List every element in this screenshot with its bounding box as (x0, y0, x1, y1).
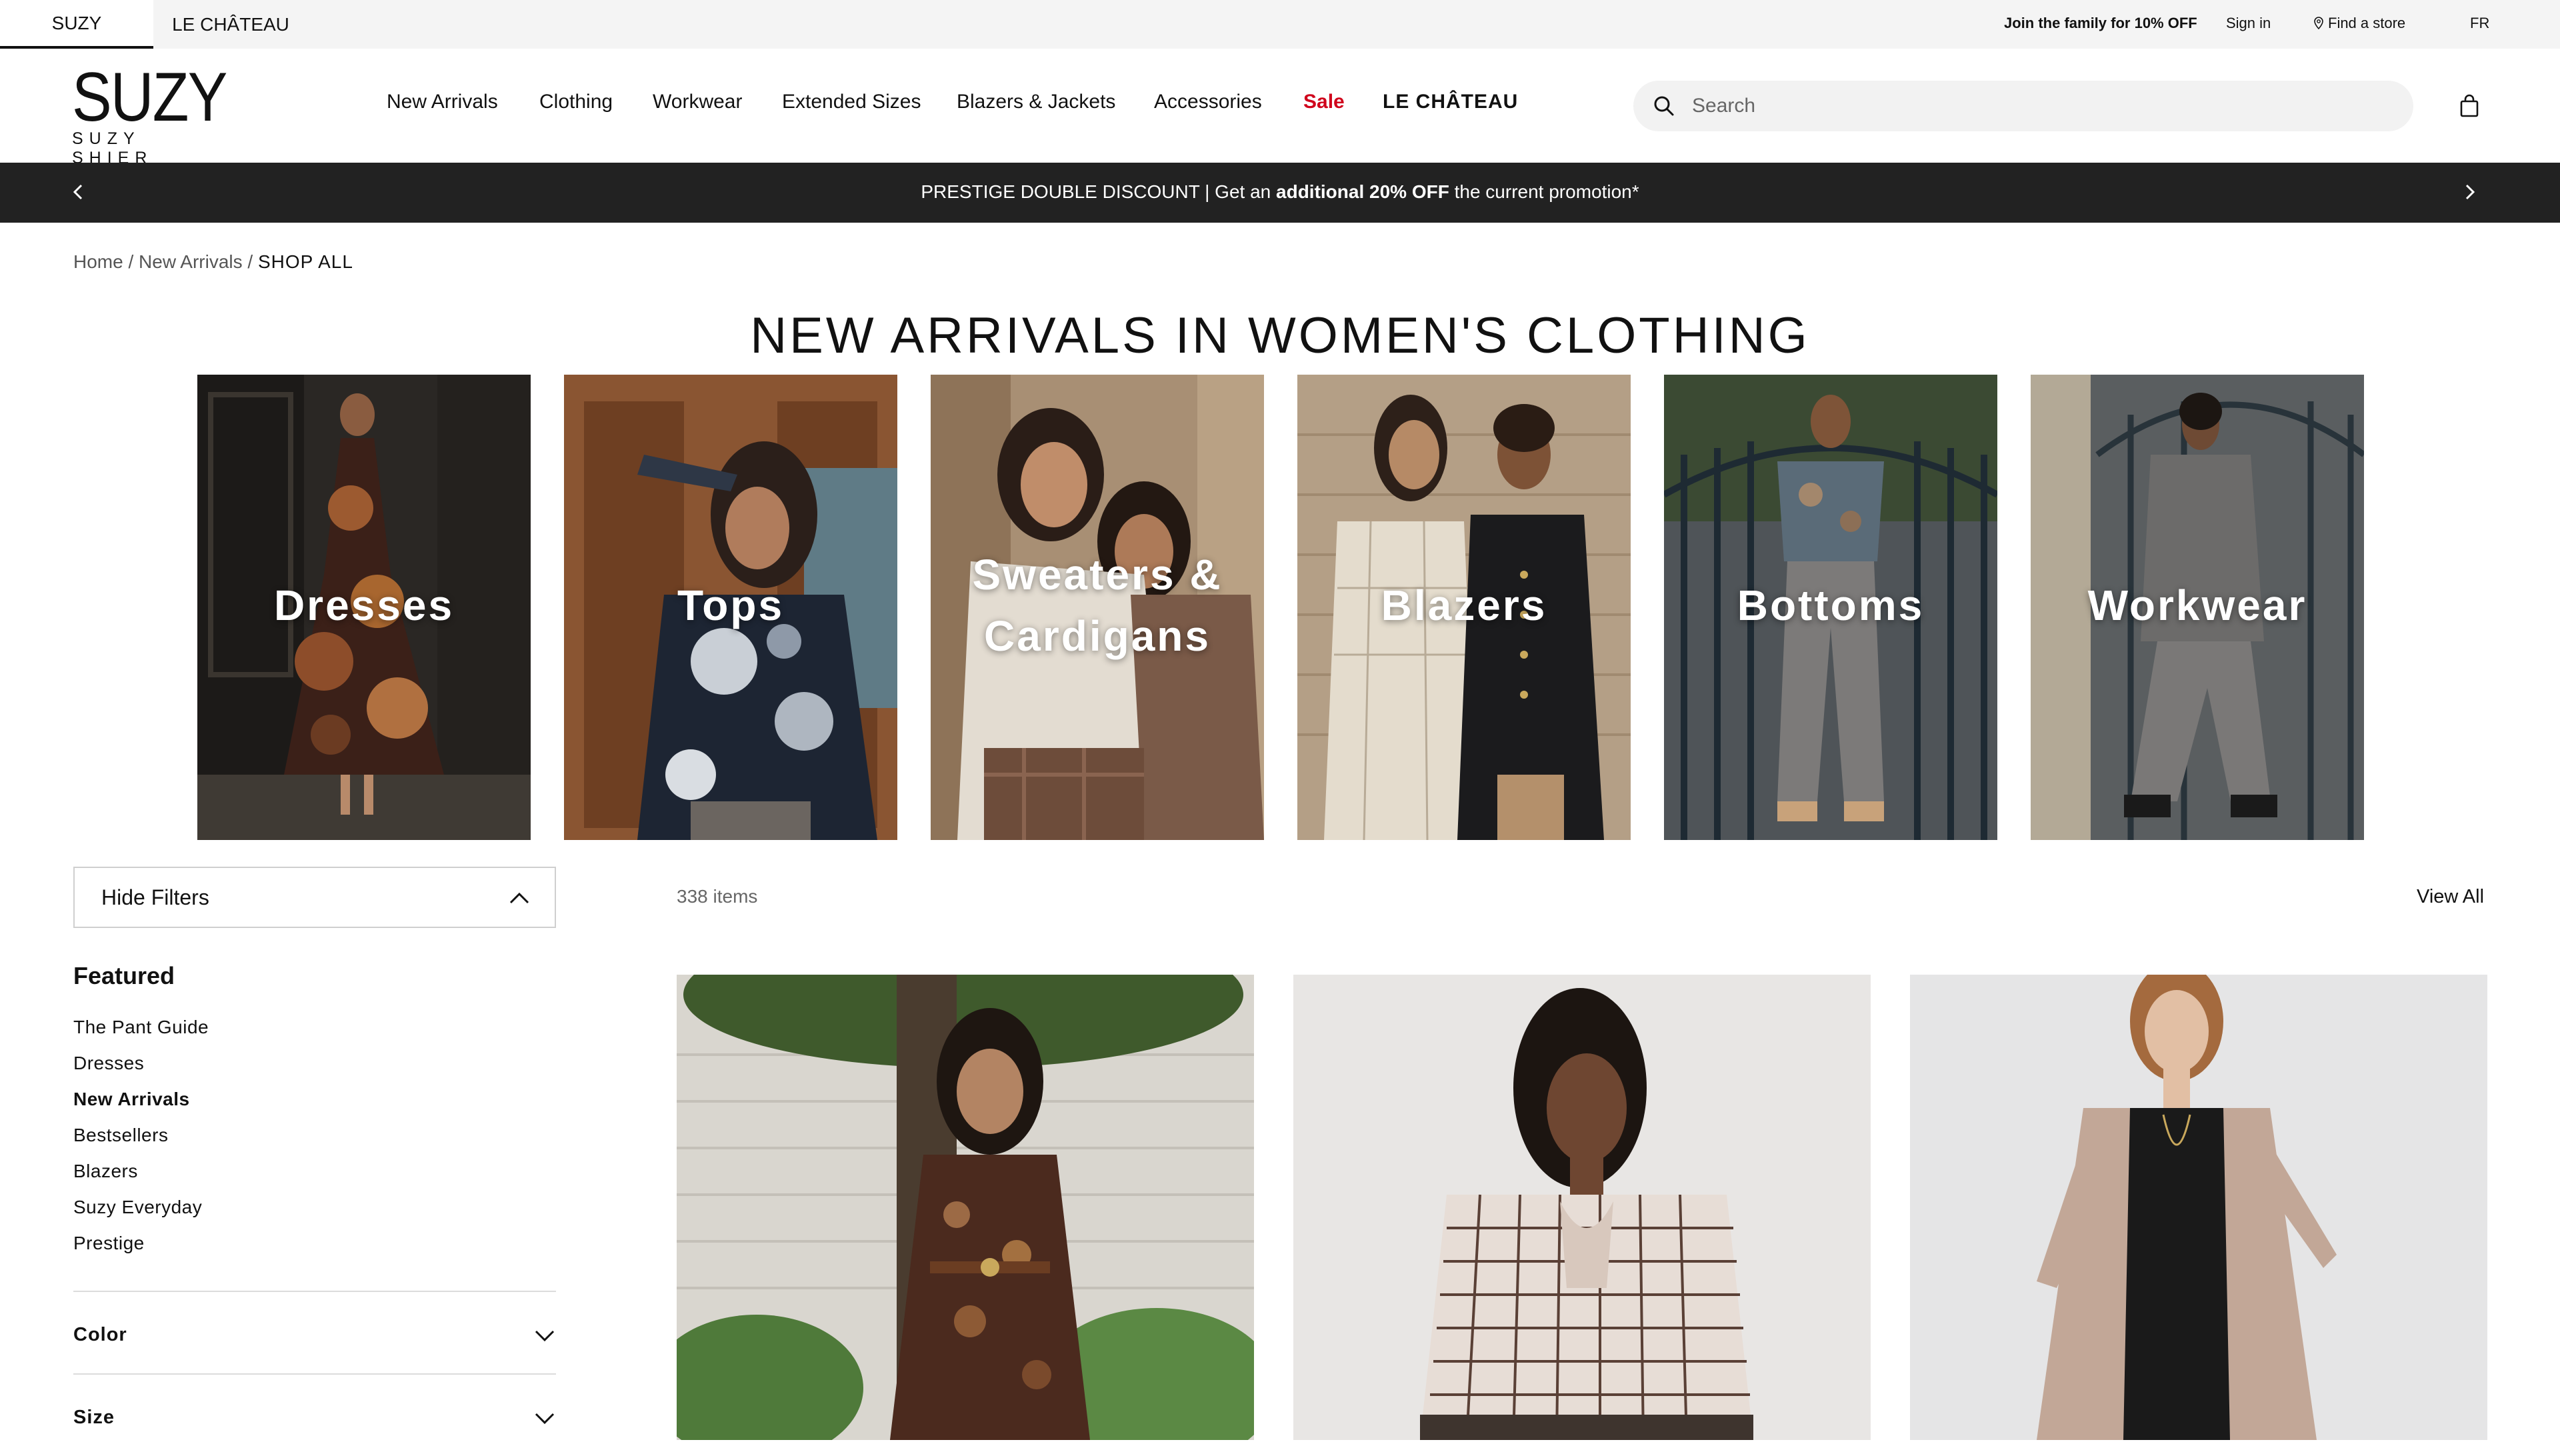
product-card[interactable] (1293, 975, 1871, 1440)
product-image (677, 975, 1254, 1440)
promo-banner: PRESTIGE DOUBLE DISCOUNT | Get an additi… (0, 163, 2560, 223)
category-tile-blazers[interactable]: Blazers (1297, 375, 1631, 840)
category-label-line-1: Sweaters & (972, 551, 1223, 599)
promo-text-highlight: additional 20% OFF (1276, 181, 1449, 202)
category-tile-dresses[interactable]: Dresses (197, 375, 531, 840)
featured-link-blazers[interactable]: Blazers (73, 1161, 209, 1197)
nav-extended-sizes[interactable]: Extended Sizes (782, 91, 921, 113)
product-card[interactable] (1910, 975, 2487, 1440)
brand-tab-suzy[interactable]: SUZY (0, 0, 153, 49)
category-tile-workwear[interactable]: Workwear (2031, 375, 2364, 840)
join-family-link[interactable]: Join the family for 10% OFF (2004, 15, 2197, 32)
filter-label-size: Size (73, 1407, 115, 1428)
category-label: Bottoms (1737, 581, 1925, 629)
category-label: Tops (677, 581, 785, 629)
product-image (1293, 975, 1871, 1440)
featured-link-pant-guide[interactable]: The Pant Guide (73, 1017, 209, 1053)
site-header: SUZY SUZY SHIER New Arrivals Clothing Wo… (0, 49, 2560, 167)
chevron-down-icon (535, 1413, 555, 1425)
breadcrumb-separator: / (123, 251, 139, 272)
nav-clothing[interactable]: Clothing (539, 91, 613, 113)
search-bar[interactable] (1633, 81, 2413, 131)
nav-sale[interactable]: Sale (1303, 91, 1345, 113)
featured-link-dresses[interactable]: Dresses (73, 1053, 209, 1089)
nav-accessories[interactable]: Accessories (1154, 91, 1262, 113)
sign-in-link[interactable]: Sign in (2226, 15, 2271, 32)
language-toggle[interactable]: FR (2470, 15, 2489, 32)
search-icon[interactable] (1651, 93, 1677, 119)
location-pin-icon (2314, 17, 2323, 30)
category-label-line-2: Cardigans (984, 612, 1211, 660)
find-store-label: Find a store (2328, 15, 2406, 31)
nav-workwear[interactable]: Workwear (653, 91, 742, 113)
promo-message[interactable]: PRESTIGE DOUBLE DISCOUNT | Get an additi… (0, 181, 2560, 203)
nav-new-arrivals[interactable]: New Arrivals (387, 91, 498, 113)
breadcrumb: Home / New Arrivals / SHOP ALL (73, 251, 353, 273)
promo-text-end: the current promotion* (1449, 181, 1639, 202)
category-label: Blazers (1381, 581, 1547, 629)
category-tile-bottoms[interactable]: Bottoms (1664, 375, 1997, 840)
logo-wordmark: SUZY (72, 59, 227, 136)
results-count: 338 items (677, 886, 758, 907)
chevron-up-icon (509, 892, 529, 904)
brand-tab-le-chateau[interactable]: LE CHÂTEAU (153, 0, 308, 49)
filter-group-color[interactable]: Color (73, 1291, 556, 1373)
find-store-link[interactable]: Find a store (2313, 15, 2405, 32)
featured-heading: Featured (73, 962, 175, 989)
promo-text-start: PRESTIGE DOUBLE DISCOUNT | Get an (921, 181, 1277, 202)
page-title: NEW ARRIVALS IN WOMEN'S CLOTHING (750, 307, 1810, 364)
suzy-logo[interactable]: SUZY SUZY SHIER (72, 59, 227, 168)
featured-link-prestige[interactable]: Prestige (73, 1233, 209, 1269)
filter-label-color: Color (73, 1324, 127, 1345)
product-image (1910, 975, 2487, 1440)
category-label: Dresses (273, 581, 455, 629)
utility-bar: SUZY LE CHÂTEAU Join the family for 10% … (0, 0, 2560, 49)
chevron-down-icon (535, 1330, 555, 1342)
category-tile-sweaters-cardigans[interactable]: Sweaters & Cardigans (931, 375, 1264, 840)
view-all-link[interactable]: View All (2417, 886, 2484, 908)
breadcrumb-current: SHOP ALL (257, 251, 353, 272)
featured-link-new-arrivals[interactable]: New Arrivals (73, 1089, 209, 1125)
featured-link-bestsellers[interactable]: Bestsellers (73, 1125, 209, 1161)
breadcrumb-separator: / (242, 251, 258, 272)
featured-link-suzy-everyday[interactable]: Suzy Everyday (73, 1197, 209, 1233)
chevron-right-icon[interactable] (2456, 179, 2483, 205)
shopping-bag-icon[interactable] (2459, 94, 2479, 118)
breadcrumb-home[interactable]: Home (73, 251, 123, 272)
nav-blazers-jackets[interactable]: Blazers & Jackets (957, 91, 1115, 113)
category-label: Workwear (2087, 581, 2307, 629)
nav-le-chateau[interactable]: LE CHÂTEAU (1383, 91, 1518, 113)
breadcrumb-new-arrivals[interactable]: New Arrivals (139, 251, 243, 272)
hide-filters-label: Hide Filters (101, 885, 209, 909)
product-card[interactable] (677, 975, 1254, 1440)
hide-filters-button[interactable]: Hide Filters (73, 867, 556, 928)
category-tile-tops[interactable]: Tops (564, 375, 897, 840)
featured-list: The Pant Guide Dresses New Arrivals Best… (73, 1017, 209, 1269)
filter-group-size[interactable]: Size (73, 1373, 556, 1456)
search-input[interactable] (1692, 95, 2359, 117)
